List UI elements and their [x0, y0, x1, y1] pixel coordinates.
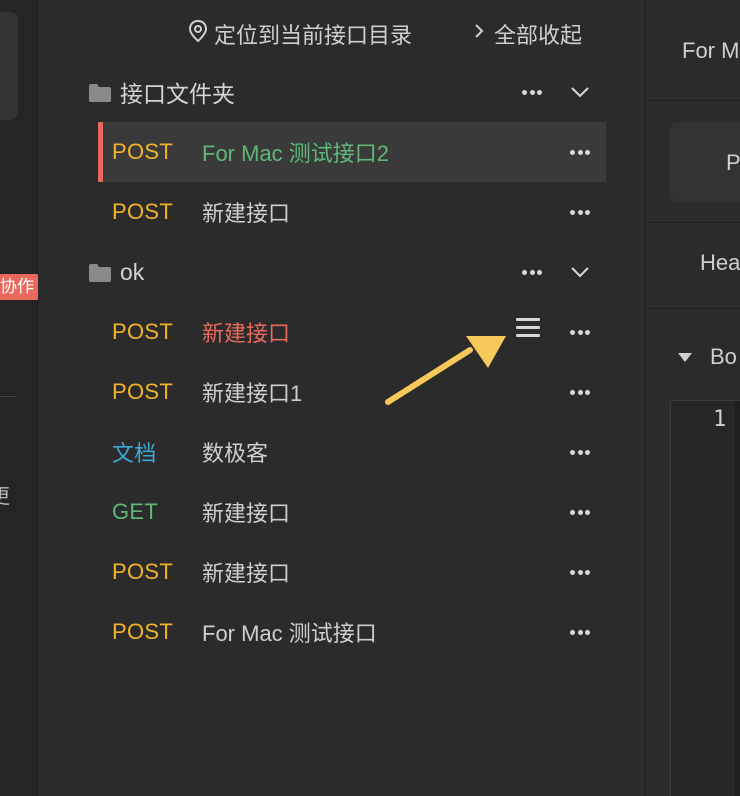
divider — [648, 222, 740, 223]
api-name: For Mac 测试接口 — [202, 621, 377, 646]
api-name: 数极客 — [202, 441, 269, 466]
api-item-row[interactable]: POST 新建接口 — [98, 182, 606, 242]
api-tree-sidebar: 定位到当前接口目录 全部收起 接口文件夹 POST For Mac 测试接口2 … — [38, 0, 646, 796]
body-section-toggle[interactable]: Bo — [678, 344, 737, 370]
line-number-gutter — [671, 401, 735, 796]
folder-row[interactable]: ok — [86, 242, 606, 302]
folder-icon — [88, 83, 112, 108]
api-name: 新建接口 — [202, 201, 291, 226]
api-name: For Mac 测试接口2 — [202, 141, 390, 166]
api-item-row[interactable]: GET 新建接口 — [98, 482, 606, 542]
divider — [648, 100, 740, 101]
api-item-row[interactable]: POST For Mac 测试接口2 — [98, 122, 606, 182]
chevron-right-icon — [470, 19, 494, 49]
request-editor-panel: For M P Hea Bo 1 — [648, 0, 740, 796]
collapse-all-label: 全部收起 — [494, 23, 583, 48]
method-select-label: P — [726, 150, 740, 175]
method-label: POST — [112, 559, 174, 584]
method-label: POST — [112, 199, 174, 224]
method-label: POST — [112, 139, 174, 164]
left-nav-text[interactable]: 更 — [0, 480, 10, 509]
api-name: 新建接口1 — [202, 381, 303, 406]
tab-headers[interactable]: Hea — [700, 250, 740, 276]
more-options-icon[interactable] — [568, 140, 592, 164]
folder-row[interactable]: 接口文件夹 — [86, 62, 606, 122]
api-item-row[interactable]: POST 新建接口 — [98, 542, 606, 602]
body-code-editor[interactable]: 1 — [670, 400, 740, 796]
collapse-all-button[interactable]: 全部收起 — [470, 20, 582, 48]
more-options-icon[interactable] — [520, 260, 544, 284]
method-label: 文档 — [112, 441, 157, 466]
more-options-icon[interactable] — [568, 380, 592, 404]
divider — [648, 308, 740, 309]
more-options-icon[interactable] — [520, 80, 544, 104]
request-tab-title[interactable]: For M — [682, 38, 739, 64]
folder-name: 接口文件夹 — [120, 81, 235, 107]
method-label: POST — [112, 319, 174, 344]
api-name: 新建接口 — [202, 561, 291, 586]
method-label: POST — [112, 379, 174, 404]
left-navigation-strip: 协作 更 — [0, 0, 40, 796]
line-number: 1 — [713, 407, 727, 432]
locate-current-button[interactable]: 定位到当前接口目录 — [188, 19, 413, 49]
chevron-down-icon[interactable] — [568, 80, 592, 109]
location-pin-icon — [188, 19, 214, 49]
folder-name: ok — [120, 258, 145, 285]
left-divider — [0, 396, 16, 397]
more-options-icon[interactable] — [568, 440, 592, 464]
api-item-row[interactable]: 文档 数极客 — [98, 422, 606, 482]
collaboration-badge[interactable]: 协作 — [0, 274, 40, 300]
folder-icon — [88, 263, 112, 288]
drag-handle-icon[interactable] — [516, 318, 540, 342]
body-section-label: Bo — [710, 344, 737, 369]
more-options-icon[interactable] — [568, 200, 592, 224]
more-options-icon[interactable] — [568, 320, 592, 344]
api-item-row[interactable]: POST For Mac 测试接口 — [98, 602, 606, 662]
tree-toolbar: 定位到当前接口目录 全部收起 — [38, 14, 646, 54]
chevron-down-icon[interactable] — [568, 260, 592, 289]
api-item-row[interactable]: POST 新建接口1 — [98, 362, 606, 422]
api-name: 新建接口 — [202, 501, 291, 526]
left-nav-card[interactable] — [0, 12, 18, 120]
more-options-icon[interactable] — [568, 560, 592, 584]
method-label: GET — [112, 499, 159, 524]
more-options-icon[interactable] — [568, 620, 592, 644]
method-label: POST — [112, 619, 174, 644]
api-name: 新建接口 — [202, 321, 291, 346]
locate-current-label: 定位到当前接口目录 — [214, 23, 413, 48]
more-options-icon[interactable] — [568, 500, 592, 524]
caret-down-icon — [678, 352, 692, 362]
